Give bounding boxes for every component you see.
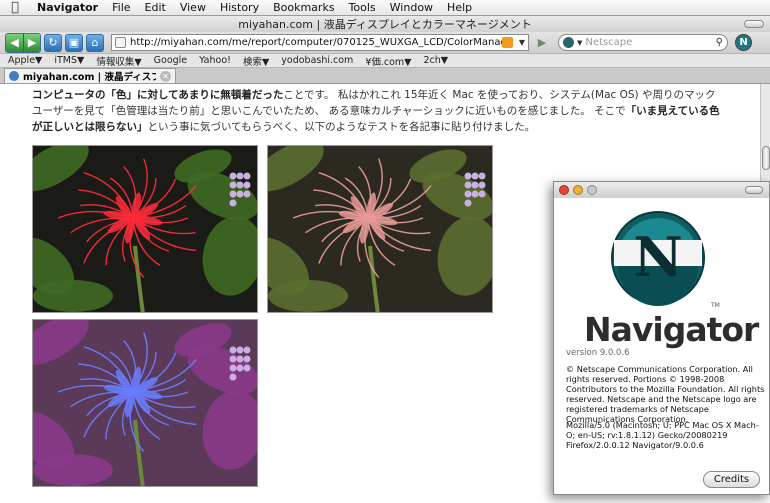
bookmark-itms[interactable]: iTMS▼	[54, 55, 84, 66]
search-placeholder: Netscape	[585, 37, 633, 48]
menu-app[interactable]: Navigator	[30, 1, 105, 14]
url-text[interactable]: http://miyahan.com/me/report/computer/07…	[130, 37, 502, 48]
menu-history[interactable]: History	[213, 1, 266, 14]
netscape-logo-icon: N	[611, 211, 705, 306]
menu-bookmarks[interactable]: Bookmarks	[266, 1, 341, 14]
article-text-2: という事に気づいてもらうべく、以下のようなテストを各記事に貼り付けました。	[147, 121, 536, 133]
bookmark-apple[interactable]: Apple▼	[8, 55, 42, 66]
svg-text:N: N	[633, 225, 682, 289]
go-icon[interactable]: ▶	[535, 36, 549, 50]
bookmark-2ch[interactable]: 2ch▼	[424, 55, 449, 66]
article-paragraph: コンピュータの「色」に対してあまりに無頓着だったことです。 私はかれこれ 15年…	[32, 87, 722, 135]
forward-button[interactable]: ▶	[23, 33, 40, 52]
navigation-toolbar: ◀ ▶ ↻ ▣ ⌂ http://miyahan.com/me/report/c…	[0, 32, 770, 54]
menu-tools[interactable]: Tools	[342, 1, 383, 14]
engine-dropdown-icon[interactable]: ▼	[577, 39, 582, 47]
netscape-throbber-icon[interactable]: N	[735, 34, 752, 51]
about-dialog: N TM Navigator version 9.0.0.6 © Netscap…	[553, 181, 770, 495]
tab-title: miyahan.com | 液晶ディスプレイ...	[23, 72, 156, 83]
url-bar[interactable]: http://miyahan.com/me/report/computer/07…	[111, 34, 529, 51]
bookmark-google[interactable]: Google	[154, 55, 188, 66]
rss-icon[interactable]	[502, 37, 513, 48]
bookmark-search[interactable]: 検索▼	[243, 54, 269, 68]
about-titlebar[interactable]	[554, 182, 769, 198]
photo-pink-lily	[267, 145, 493, 313]
site-icon	[115, 37, 126, 48]
menu-file[interactable]: File	[105, 1, 137, 14]
home-button[interactable]: ⌂	[86, 33, 104, 52]
search-icon[interactable]: ⚲	[716, 37, 723, 48]
search-engine-icon[interactable]	[563, 37, 574, 48]
minimize-button[interactable]	[573, 185, 583, 195]
menu-bar:  Navigator File Edit View History Bookm…	[0, 0, 770, 16]
tab-close-icon[interactable]: ✕	[160, 70, 171, 82]
credits-button[interactable]: Credits	[703, 471, 760, 488]
bookmark-info[interactable]: 情報収集▼	[96, 54, 141, 68]
tab-favicon-icon	[9, 71, 19, 81]
about-legal-text: © Netscape Communications Corporation. A…	[566, 364, 765, 424]
tab-strip: miyahan.com | 液晶ディスプレイ... ✕	[0, 68, 770, 84]
about-brand: Navigator	[584, 310, 759, 349]
stop-button[interactable]: ▣	[65, 33, 83, 52]
url-dropdown-icon[interactable]: ▼	[516, 38, 528, 47]
article-emphasis-1: コンピュータの「色」に対してあまりに無頓着だった	[32, 89, 284, 101]
bookmark-yahoo[interactable]: Yahoo!	[199, 55, 231, 66]
reload-button[interactable]: ↻	[44, 33, 62, 52]
trademark-label: TM	[711, 302, 720, 309]
back-forward-group: ◀ ▶	[5, 32, 41, 53]
menu-edit[interactable]: Edit	[138, 1, 173, 14]
scrollbar-thumb[interactable]	[762, 146, 770, 170]
menu-window[interactable]: Window	[383, 1, 440, 14]
photo-blue-lily	[32, 319, 258, 487]
about-toolbar-toggle[interactable]	[745, 186, 763, 194]
toolbar-toggle-button[interactable]	[744, 20, 764, 28]
close-button[interactable]	[559, 185, 569, 195]
zoom-button[interactable]	[587, 185, 597, 195]
search-box[interactable]: ▼ Netscape ⚲	[558, 34, 728, 51]
photo-red-lily	[32, 145, 258, 313]
back-button[interactable]: ◀	[6, 33, 23, 52]
tab-current[interactable]: miyahan.com | 液晶ディスプレイ... ✕	[4, 68, 176, 83]
window-title: miyahan.com | 液晶ディスプレイとカラーマネージメント	[238, 18, 532, 31]
apple-menu-icon[interactable]: 	[0, 0, 30, 15]
bookmarks-toolbar: Apple▼ iTMS▼ 情報収集▼ Google Yahoo! 検索▼ yod…	[0, 54, 770, 68]
bookmark-kakaku[interactable]: ¥価.com▼	[365, 54, 411, 68]
menu-help[interactable]: Help	[440, 1, 479, 14]
window-titlebar[interactable]: miyahan.com | 液晶ディスプレイとカラーマネージメント	[0, 16, 770, 32]
about-user-agent: Mozilla/5.0 (Macintosh; U; PPC Mac OS X …	[566, 420, 759, 450]
bookmark-yodobashi[interactable]: yodobashi.com	[281, 55, 353, 66]
about-version: version 9.0.0.6	[566, 348, 630, 358]
menu-view[interactable]: View	[173, 1, 213, 14]
